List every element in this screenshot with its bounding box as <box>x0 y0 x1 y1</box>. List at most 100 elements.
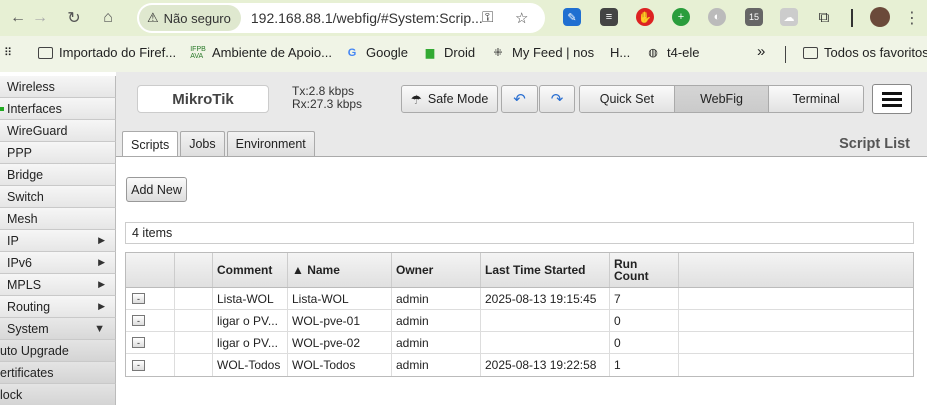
bookmark-myfeed[interactable]: ⁜ My Feed | nos <box>490 45 594 60</box>
column-header-owner[interactable]: Owner <box>392 253 481 287</box>
add-new-button[interactable]: Add New <box>126 177 187 202</box>
table-row[interactable]: - ligar o PV... WOL-pve-01 admin 0 <box>126 310 913 332</box>
table-row[interactable]: - ligar o PV... WOL-pve-02 admin 0 <box>126 332 913 354</box>
owner-cell: admin <box>392 310 481 331</box>
run-count-cell: 0 <box>610 310 679 331</box>
reload-icon[interactable]: ↻ <box>63 7 85 29</box>
sidebar-item-label: MPLS <box>7 277 42 292</box>
table-row[interactable]: - Lista-WOL Lista-WOL admin 2025-08-13 1… <box>126 288 913 310</box>
undo-button[interactable]: ↶ <box>501 85 538 113</box>
remove-button[interactable]: - <box>132 359 145 371</box>
sidebar-item-clock[interactable]: lock <box>0 384 116 405</box>
bookmarks-overflow[interactable]: » <box>757 43 765 60</box>
status-dot <box>0 107 4 111</box>
script-list-content: Add New 4 items Comment ▲ Name Owner Las… <box>116 156 927 405</box>
mode-switcher: Quick Set WebFig Terminal <box>579 85 864 113</box>
remove-button[interactable]: - <box>132 337 145 348</box>
tab-jobs[interactable]: Jobs <box>180 131 225 156</box>
chevron-right-icon: ▶ <box>98 235 105 245</box>
security-label: Não seguro <box>163 10 231 26</box>
column-header-run-count[interactable]: Run Count <box>610 253 679 287</box>
sidebar-item-label: ertificates <box>0 365 54 380</box>
sidebar-item-label: System <box>7 321 49 336</box>
bookmark-imported[interactable]: Importado do Firef... <box>38 45 176 60</box>
filler-cell <box>679 310 913 331</box>
bookmark-droid[interactable]: ▆ Droid <box>422 45 475 60</box>
name-cell[interactable]: WOL-pve-02 <box>288 332 392 353</box>
bookmark-h[interactable]: H... <box>610 45 630 60</box>
extensions-icon[interactable]: ⧉ <box>815 8 833 26</box>
star-icon[interactable]: ☆ <box>515 9 528 27</box>
name-cell[interactable]: WOL-pve-01 <box>288 310 392 331</box>
webfig-button[interactable]: WebFig <box>674 86 770 112</box>
sidebar-item-wireguard[interactable]: WireGuard <box>0 120 116 142</box>
url-text[interactable]: 192.168.88.1/webfig/#System:Scrip... <box>251 10 483 26</box>
items-count: 4 items <box>125 222 914 244</box>
address-bar[interactable]: ⚠ Não seguro 192.168.88.1/webfig/#System… <box>137 3 545 33</box>
script-table: Comment ▲ Name Owner Last Time Started R… <box>125 252 914 377</box>
last-started-cell: 2025-08-13 19:15:45 <box>481 288 610 309</box>
webfig-header: MikroTik Tx:2.8 kbps Rx:27.3 kbps ☂ Safe… <box>116 72 927 128</box>
extension-block-icon[interactable]: ✋ <box>636 8 654 26</box>
sidebar-item-ipv6[interactable]: IPv6 ▶ <box>0 252 116 274</box>
bookmark-ambiente[interactable]: IFPB AVA Ambiente de Apoio... <box>190 45 332 60</box>
tab-scripts[interactable]: Scripts <box>122 131 179 157</box>
sidebar-item-system[interactable]: System ▼ <box>0 318 116 340</box>
remove-button[interactable]: - <box>132 315 145 326</box>
sidebar-item-routing[interactable]: Routing ▶ <box>0 296 116 318</box>
key-icon[interactable]: ⚿ <box>482 9 493 26</box>
run-count-label: Run Count <box>614 257 649 283</box>
column-header-name[interactable]: ▲ Name <box>288 253 392 287</box>
sidebar-item-mpls[interactable]: MPLS ▶ <box>0 274 116 296</box>
sidebar-item-mesh[interactable]: Mesh <box>0 208 116 230</box>
hamburger-menu-icon[interactable] <box>872 84 912 114</box>
apps-icon[interactable]: ⠿ <box>0 45 16 59</box>
name-cell[interactable]: WOL-Todos <box>288 354 392 376</box>
forward-icon[interactable]: → <box>29 7 51 29</box>
bookmark-all-favorites[interactable]: Todos os favoritos <box>803 45 927 60</box>
quick-set-button[interactable]: Quick Set <box>580 86 675 112</box>
sidebar-item-wireless[interactable]: Wireless <box>0 76 116 98</box>
back-icon[interactable]: ← <box>7 7 29 29</box>
chevron-right-icon: ▶ <box>98 257 105 267</box>
sidebar-item-ip[interactable]: IP ▶ <box>0 230 116 252</box>
redo-button[interactable]: ↷ <box>539 85 575 113</box>
more-menu-icon[interactable]: ⋮ <box>901 7 923 29</box>
cloud-icon[interactable]: ☁ <box>780 8 798 26</box>
home-icon[interactable]: ⌂ <box>97 7 119 29</box>
sidebar-item-certificates[interactable]: ertificates <box>0 362 116 384</box>
remove-cell: - <box>126 332 175 353</box>
folder-icon <box>38 46 53 59</box>
extension-badge-icon[interactable]: 15 <box>745 8 763 26</box>
column-header-comment[interactable]: Comment <box>213 253 288 287</box>
safe-mode-button[interactable]: ☂ Safe Mode <box>401 85 498 113</box>
bookmark-label: My Feed | nos <box>512 45 595 60</box>
bookmark-google[interactable]: G Google <box>344 45 408 60</box>
sidebar-item-switch[interactable]: Switch <box>0 186 116 208</box>
sidebar-item-label: lock <box>0 387 23 402</box>
sidebar-item-interfaces[interactable]: Interfaces <box>0 98 116 120</box>
remove-button[interactable]: - <box>132 293 145 304</box>
name-cell[interactable]: Lista-WOL <box>288 288 392 309</box>
chevron-right-icon: ▶ <box>98 301 105 311</box>
extension-plus-icon[interactable]: + <box>672 8 690 26</box>
tab-environment[interactable]: Environment <box>226 131 315 156</box>
column-header-last-time-started[interactable]: Last Time Started <box>481 253 610 287</box>
bookmark-t4-ele[interactable]: ◍ t4-ele <box>645 45 699 60</box>
table-row[interactable]: - WOL-Todos WOL-Todos admin 2025-08-13 1… <box>126 354 913 376</box>
profile-avatar[interactable] <box>870 7 890 27</box>
last-started-cell <box>481 310 610 331</box>
run-count-cell: 7 <box>610 288 679 309</box>
sidebar-item-bridge[interactable]: Bridge <box>0 164 116 186</box>
sidebar-item-label: Wireless <box>7 79 55 94</box>
extension-puzzle-icon[interactable]: ◐ <box>708 8 726 26</box>
terminal-button[interactable]: Terminal <box>769 86 863 112</box>
security-chip[interactable]: ⚠ Não seguro <box>139 5 241 31</box>
flags-cell <box>175 288 213 309</box>
sidebar-item-ppp[interactable]: PPP <box>0 142 116 164</box>
extension-pen-icon[interactable]: ✎ <box>563 8 581 26</box>
sidebar-item-auto-upgrade[interactable]: uto Upgrade <box>0 340 116 362</box>
sidebar-item-label: IPv6 <box>7 255 33 270</box>
warning-icon: ⚠ <box>147 10 159 25</box>
extension-list-icon[interactable]: ≡ <box>600 8 618 26</box>
